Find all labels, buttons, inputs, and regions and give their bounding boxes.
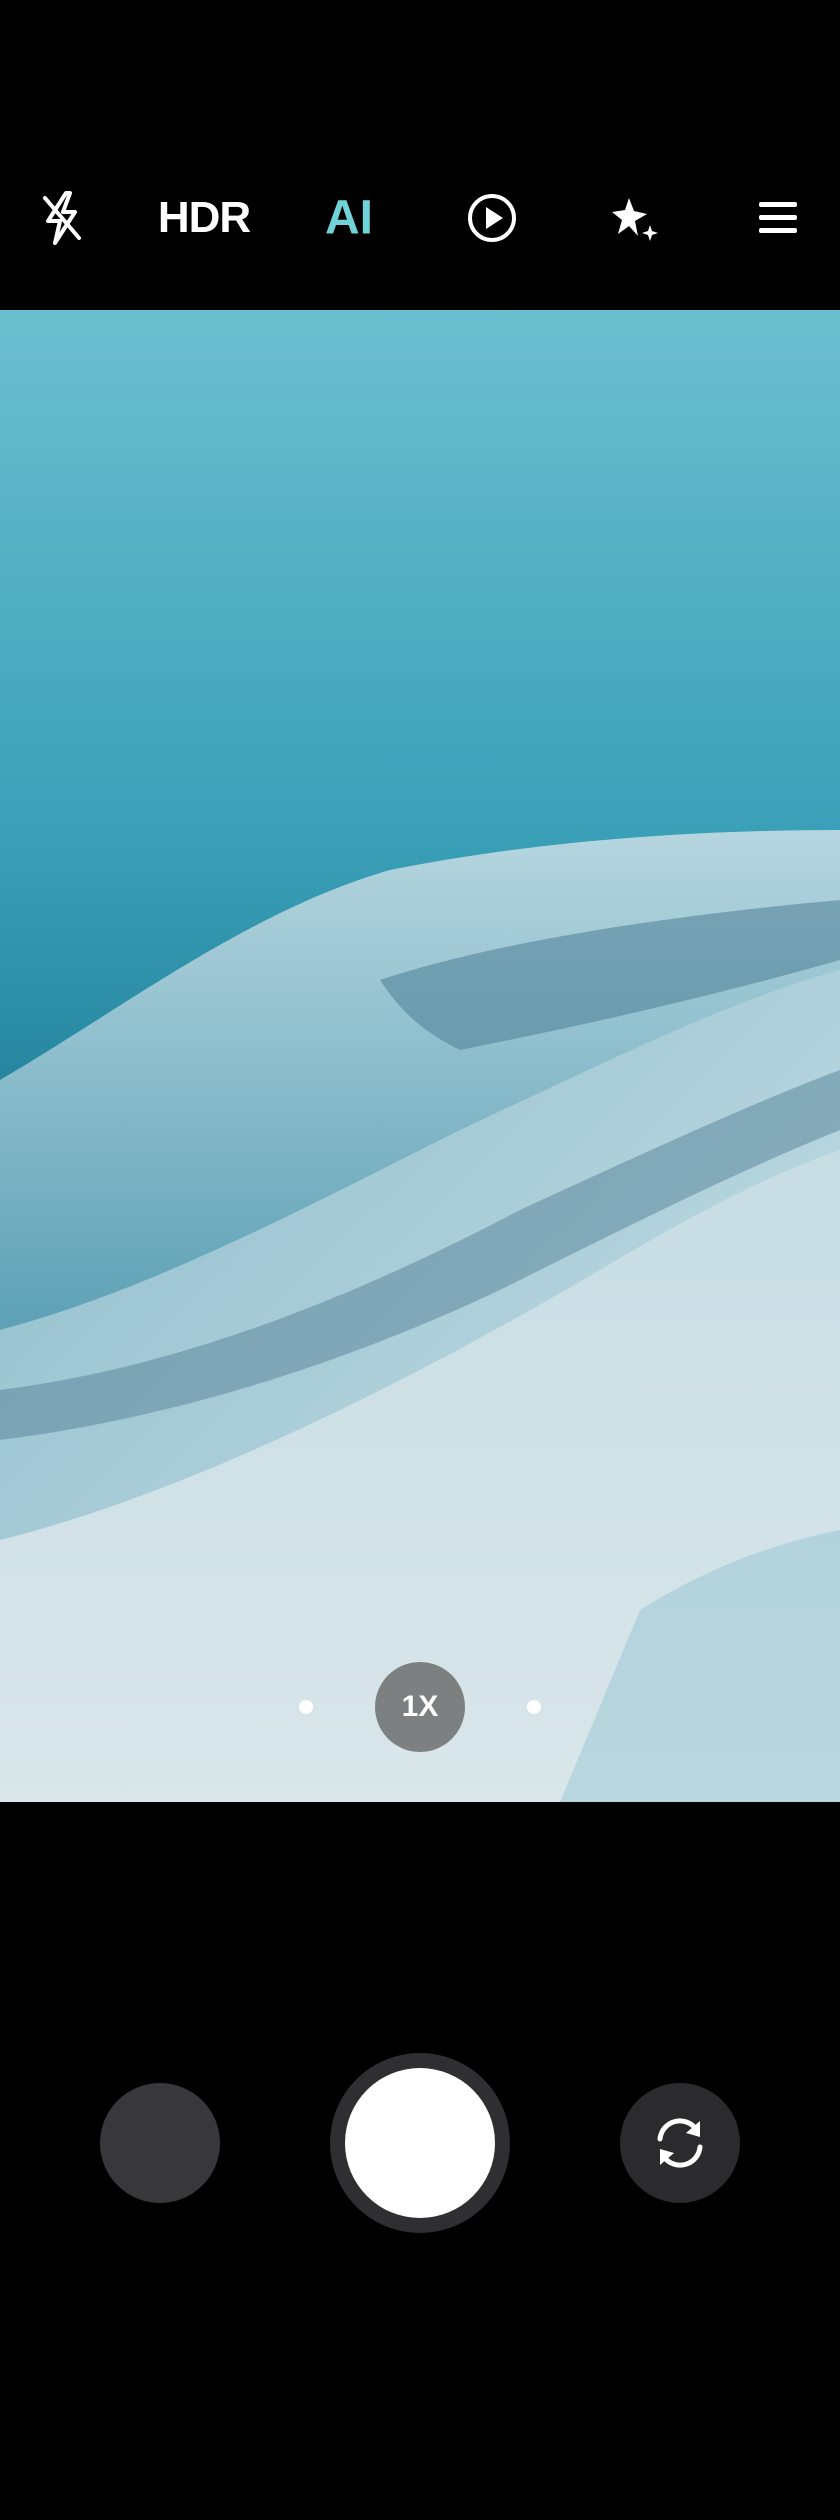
- switch-camera-button[interactable]: [620, 2083, 740, 2203]
- hamburger-menu-icon: [759, 202, 797, 233]
- zoom-option-tele[interactable]: [527, 1700, 541, 1714]
- gallery-thumbnail-button[interactable]: [100, 2083, 220, 2203]
- camera-top-bar: HDR AI: [0, 0, 840, 310]
- shutter-icon: [345, 2068, 495, 2218]
- camera-viewfinder[interactable]: [0, 310, 840, 1802]
- beauty-button[interactable]: [609, 192, 661, 244]
- sparkle-icon: [612, 198, 658, 241]
- play-circle-icon: [468, 194, 516, 242]
- zoom-level-button[interactable]: 1X: [375, 1662, 465, 1752]
- camera-switch-icon: [657, 2118, 703, 2168]
- zoom-level-label: 1X: [401, 1690, 439, 1723]
- viewfinder-preview-image: [0, 310, 840, 1802]
- flash-off-icon: [43, 191, 81, 245]
- zoom-option-wide[interactable]: [299, 1700, 313, 1714]
- hdr-label: HDR: [157, 193, 251, 242]
- live-photo-button[interactable]: [466, 192, 518, 244]
- hdr-toggle-button[interactable]: HDR: [157, 193, 251, 243]
- ai-toggle-button[interactable]: AI: [325, 191, 373, 246]
- ai-label: AI: [325, 191, 373, 245]
- flash-toggle-button[interactable]: [39, 190, 85, 246]
- shutter-button[interactable]: [330, 2053, 510, 2233]
- menu-button[interactable]: [757, 199, 799, 237]
